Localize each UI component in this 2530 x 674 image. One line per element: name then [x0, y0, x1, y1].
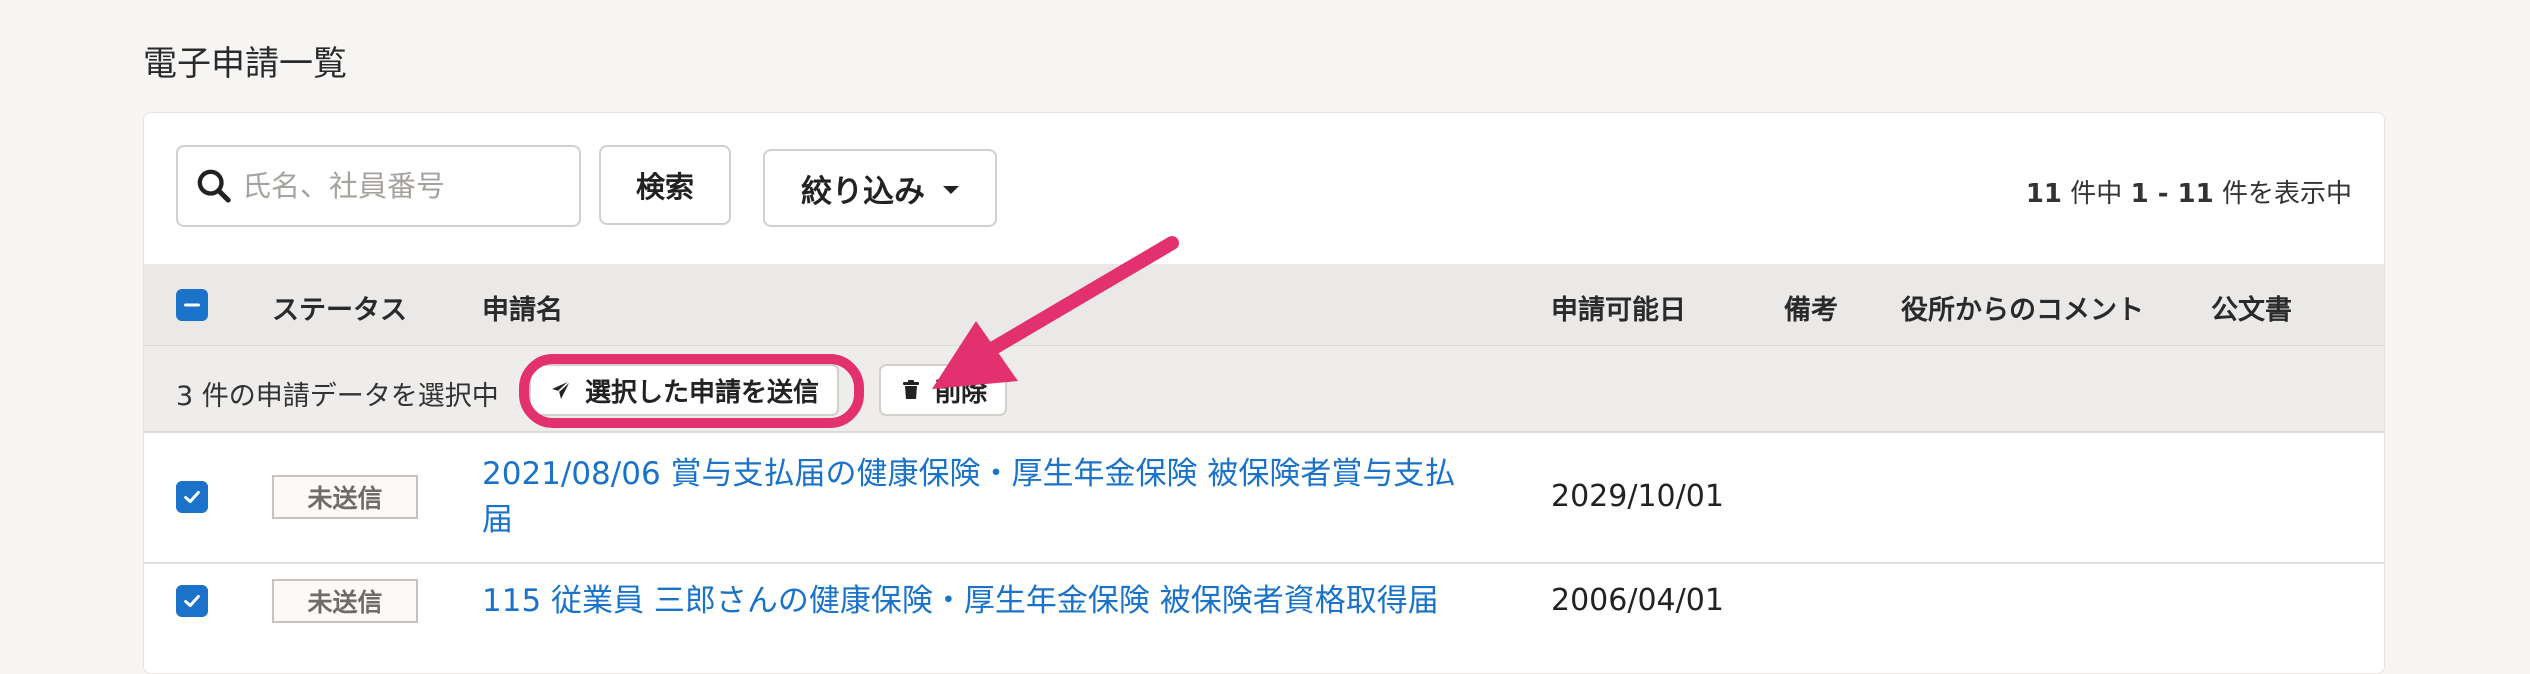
filter-dropdown-button[interactable]: 絞り込み: [763, 149, 997, 227]
selection-count-text: 3 件の申請データを選択中: [176, 381, 499, 412]
chevron-down-icon: [943, 185, 959, 194]
applications-card: 検索 絞り込み 11 件中 1 - 11 件を表示中 ステータス 申請名 申請可…: [143, 112, 2385, 674]
search-icon: [197, 169, 231, 203]
selection-bar: 3 件の申請データを選択中 選択した申請を送信 削除: [144, 346, 2384, 433]
header-name[interactable]: 申請名: [482, 288, 563, 327]
checkbox-indeterminate-icon: [184, 303, 200, 307]
table-row: 未送信 2021/08/06 賞与支払届の健康保険・厚生年金保険 被保険者賞与支…: [144, 433, 2384, 564]
trash-icon: [903, 380, 919, 399]
application-link[interactable]: 115 従業員 三郎さんの健康保険・厚生年金保険 被保険者資格取得届: [482, 578, 1482, 624]
count-mid: 件中: [2062, 179, 2131, 209]
table-header: ステータス 申請名 申請可能日 備考 役所からのコメント 公文書: [144, 264, 2384, 347]
header-official-document: 公文書: [2211, 295, 2292, 326]
count-suffix: 件を表示中: [2213, 179, 2352, 209]
count-range: 1 - 11: [2130, 179, 2214, 209]
checkmark-icon: [184, 594, 200, 608]
filter-button-label: 絞り込み: [801, 173, 925, 210]
status-badge: 未送信: [272, 579, 418, 623]
row-checkbox[interactable]: [176, 585, 208, 617]
delete-selected-label: 削除: [935, 377, 988, 408]
status-badge: 未送信: [272, 475, 418, 519]
search-input[interactable]: [240, 168, 564, 204]
count-total: 11: [2025, 179, 2063, 209]
page-title: 電子申請一覧: [143, 44, 347, 84]
send-selected-button[interactable]: 選択した申請を送信: [529, 364, 840, 416]
result-count: 11 件中 1 - 11 件を表示中: [2026, 173, 2352, 210]
paper-plane-icon: [552, 380, 571, 399]
send-selected-label: 選択した申請を送信: [585, 377, 820, 408]
search-button[interactable]: 検索: [599, 145, 731, 225]
header-remarks: 備考: [1784, 295, 1838, 326]
header-office-comment: 役所からのコメント: [1901, 295, 2144, 326]
header-available-date[interactable]: 申請可能日: [1551, 288, 1686, 327]
available-date: 2006/04/01: [1551, 583, 1724, 618]
header-status[interactable]: ステータス: [272, 288, 407, 327]
available-date: 2029/10/01: [1551, 479, 1724, 514]
checkmark-icon: [184, 490, 200, 504]
table-row: 未送信 115 従業員 三郎さんの健康保険・厚生年金保険 被保険者資格取得届 2…: [144, 564, 2384, 673]
delete-selected-button[interactable]: 削除: [879, 364, 1008, 416]
select-all-checkbox[interactable]: [176, 289, 208, 321]
row-checkbox[interactable]: [176, 481, 208, 513]
search-box[interactable]: [176, 145, 581, 227]
application-link[interactable]: 2021/08/06 賞与支払届の健康保険・厚生年金保険 被保険者賞与支払届: [482, 451, 1482, 543]
